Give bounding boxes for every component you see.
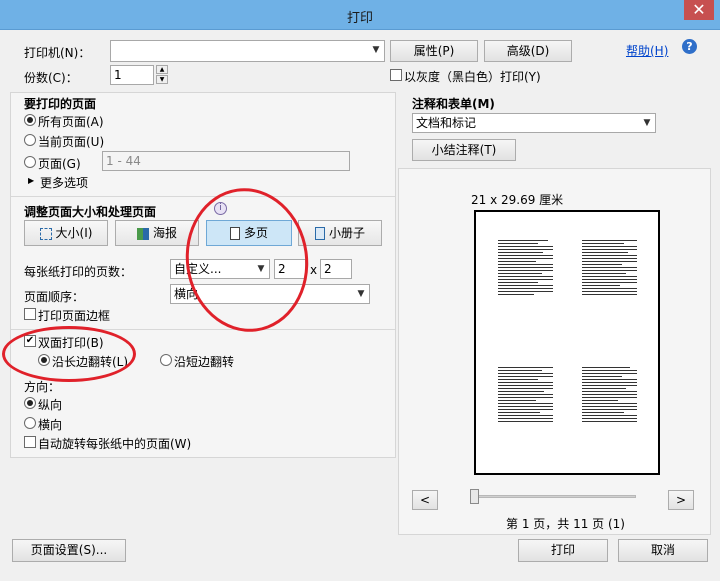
advanced-button[interactable]: 高级(D) <box>484 40 572 62</box>
window-title: 打印 <box>346 11 373 26</box>
expand-arrow-icon[interactable]: ▶ <box>28 176 34 185</box>
page-range-label: 页面(G) <box>38 157 81 171</box>
grayscale-label: 以灰度（黑白色）打印(Y) <box>404 70 541 84</box>
print-button[interactable]: 打印 <box>518 539 608 562</box>
preview-thumbnail-3 <box>498 367 553 424</box>
portrait-label: 纵向 <box>38 398 63 412</box>
copies-input[interactable]: 1 <box>110 65 154 85</box>
short-edge-radio[interactable] <box>160 354 172 366</box>
short-edge-label: 沿短边翻转 <box>174 355 235 369</box>
copies-label: 份数(C)： <box>24 71 78 85</box>
page-slider-track[interactable] <box>470 495 636 498</box>
summarize-comments-button[interactable]: 小结注释(T) <box>412 139 516 161</box>
all-pages-label: 所有页面(A) <box>38 115 104 129</box>
section-divider <box>11 196 395 197</box>
page-order-label: 页面顺序： <box>24 290 85 304</box>
cancel-button[interactable]: 取消 <box>618 539 708 562</box>
auto-rotate-label: 自动旋转每张纸中的页面(W) <box>38 437 192 451</box>
pages-section-title: 要打印的页面 <box>24 97 97 111</box>
pages-per-sheet-label: 每张纸打印的页数： <box>24 265 133 279</box>
properties-button[interactable]: 属性(P) <box>390 40 478 62</box>
copies-down-button[interactable]: ▼ <box>156 75 168 84</box>
help-icon[interactable]: ? <box>682 39 697 54</box>
current-page-label: 当前页面(U) <box>38 135 105 149</box>
more-options-link[interactable]: 更多选项 <box>40 174 88 191</box>
preview-thumbnail-4 <box>582 367 637 424</box>
tab-size-label: 大小(I) <box>55 226 93 240</box>
printer-select[interactable]: ▼ <box>110 40 385 62</box>
booklet-icon <box>314 227 325 240</box>
next-page-button[interactable]: > <box>668 490 694 510</box>
current-page-radio[interactable] <box>24 134 36 146</box>
chevron-down-icon: ▼ <box>643 118 651 128</box>
copies-up-button[interactable]: ▲ <box>156 65 168 74</box>
tab-poster-label: 海报 <box>152 226 177 240</box>
paper-size-label: 21 x 29.69 厘米 <box>471 193 564 207</box>
rows-input[interactable]: 2 <box>320 259 352 279</box>
landscape-label: 横向 <box>38 418 63 432</box>
chevron-down-icon: ▼ <box>372 45 380 55</box>
resize-icon <box>39 227 52 240</box>
tab-booklet-label: 小册子 <box>328 226 365 240</box>
help-link[interactable]: 帮助(H) <box>626 42 668 59</box>
comments-value: 文档和标记 <box>416 116 477 130</box>
auto-rotate-checkbox[interactable] <box>24 436 36 448</box>
annotation-circle-duplex <box>2 326 136 382</box>
comments-title: 注释和表单(M) <box>412 97 495 111</box>
poster-icon <box>136 227 149 240</box>
preview-page <box>474 210 660 475</box>
portrait-radio[interactable] <box>24 397 36 409</box>
grayscale-checkbox[interactable] <box>390 69 402 81</box>
close-button[interactable]: ✕ <box>684 0 714 20</box>
chevron-down-icon: ▼ <box>357 289 365 299</box>
printer-label: 打印机(N)： <box>24 46 91 60</box>
tab-booklet[interactable]: 小册子 <box>298 220 382 246</box>
title-bar: 打印 ✕ <box>0 0 720 30</box>
landscape-radio[interactable] <box>24 417 36 429</box>
comments-select[interactable]: 文档和标记 ▼ <box>412 113 656 133</box>
sizing-section-title: 调整页面大小和处理页面 <box>24 205 157 219</box>
page-range-radio[interactable] <box>24 156 36 168</box>
page-setup-button[interactable]: 页面设置(S)... <box>12 539 126 562</box>
all-pages-radio[interactable] <box>24 114 36 126</box>
times-label: x <box>310 263 318 277</box>
tab-size[interactable]: 大小(I) <box>24 220 108 246</box>
preview-thumbnail-2 <box>582 240 637 297</box>
print-border-checkbox[interactable] <box>24 308 36 320</box>
page-slider-handle[interactable] <box>470 489 479 504</box>
page-status: 第 1 页，共 11 页 (1) <box>506 517 625 531</box>
previous-page-button[interactable]: < <box>412 490 438 510</box>
preview-thumbnail-1 <box>498 240 553 297</box>
page-range-input[interactable]: 1 - 44 <box>102 151 350 171</box>
print-border-label: 打印页面边框 <box>38 309 111 323</box>
